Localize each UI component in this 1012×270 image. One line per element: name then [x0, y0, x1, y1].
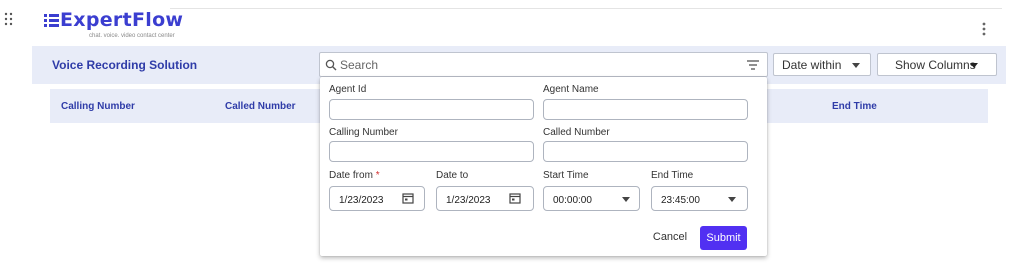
start-time-select[interactable]: 00:00:00: [543, 186, 640, 211]
show-columns-button[interactable]: Show Columns: [877, 53, 997, 76]
cancel-button[interactable]: Cancel: [649, 227, 691, 247]
calling-number-label: Calling Number: [329, 127, 398, 138]
submit-button[interactable]: Submit: [700, 226, 747, 250]
required-marker: *: [375, 170, 380, 181]
caret-down-icon: [728, 197, 736, 202]
logo-mark-icon: [44, 14, 59, 27]
called-number-input[interactable]: [543, 141, 748, 162]
brand-name: ExpertFlow: [60, 9, 184, 31]
date-within-label: Date within: [782, 58, 842, 72]
date-to-label: Date to: [436, 170, 469, 181]
date-from-picker[interactable]: 1/23/2023: [329, 186, 425, 211]
column-header-calling-number[interactable]: Calling Number: [61, 101, 135, 112]
column-header-end-time[interactable]: End Time: [832, 101, 877, 112]
brand-tagline: chat. voice. video contact center: [89, 33, 175, 39]
grip-dots-icon[interactable]: [3, 11, 15, 27]
caret-down-icon: [622, 197, 630, 202]
agent-name-input[interactable]: [543, 99, 748, 120]
date-from-value: 1/23/2023: [339, 195, 384, 206]
column-header-called-number[interactable]: Called Number: [225, 101, 296, 112]
end-time-label: End Time: [651, 170, 694, 181]
start-time-label: Start Time: [543, 170, 589, 181]
search-box[interactable]: [319, 52, 768, 77]
agent-name-label: Agent Name: [543, 84, 599, 95]
page-title: Voice Recording Solution: [52, 58, 198, 72]
date-from-label: Date from *: [329, 170, 380, 181]
search-input[interactable]: [340, 55, 740, 74]
caret-down-icon: [970, 63, 978, 68]
start-time-value: 00:00:00: [553, 195, 592, 206]
brand-logo: ExpertFlow chat. voice. video contact ce…: [44, 9, 183, 42]
end-time-value: 23:45:00: [661, 195, 700, 206]
date-within-select[interactable]: Date within: [773, 53, 871, 76]
kebab-menu-icon[interactable]: [976, 19, 992, 39]
calendar-icon[interactable]: [402, 192, 414, 204]
filter-lines-icon[interactable]: [746, 59, 760, 71]
date-to-value: 1/23/2023: [446, 195, 491, 206]
search-icon: [325, 59, 337, 71]
advanced-filter-panel: Agent Id Agent Name Calling Number Calle…: [320, 77, 767, 256]
agent-id-label: Agent Id: [329, 84, 367, 95]
agent-id-input[interactable]: [329, 99, 534, 120]
date-to-picker[interactable]: 1/23/2023: [436, 186, 534, 211]
caret-down-icon: [852, 63, 860, 68]
calendar-icon[interactable]: [509, 192, 521, 204]
called-number-label: Called Number: [543, 127, 610, 138]
calling-number-input[interactable]: [329, 141, 534, 162]
date-from-label-text: Date from: [329, 170, 373, 181]
show-columns-label: Show Columns: [895, 58, 976, 72]
header-divider: [170, 8, 1002, 9]
end-time-select[interactable]: 23:45:00: [651, 186, 748, 211]
